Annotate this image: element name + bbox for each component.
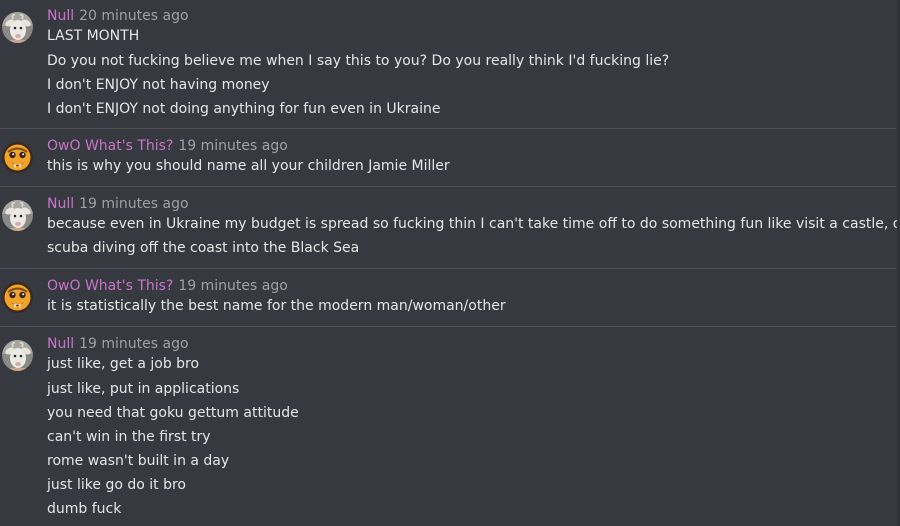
message-line: scuba diving off the coast into the Blac… — [47, 240, 360, 256]
chat-log: Null 20 minutes ago LAST MONTH Do you not… — [0, 0, 900, 526]
message-header: Null 19 minutes ago — [47, 195, 189, 213]
username[interactable]: OwO What's This? — [47, 138, 173, 154]
message-header: Null 19 minutes ago — [47, 335, 189, 353]
username[interactable]: OwO What's This? — [47, 278, 173, 294]
message-line: this is why you should name all your chi… — [47, 158, 450, 174]
message-line: can't win in the first try — [47, 429, 211, 445]
timestamp: 19 minutes ago — [79, 196, 189, 212]
message-divider — [0, 326, 896, 327]
message-line: just like, put in applications — [47, 381, 240, 397]
message-line: Do you not fucking believe me when I say… — [47, 53, 670, 69]
emoji-face-avatar-icon[interactable] — [2, 282, 33, 313]
goat-avatar-icon[interactable] — [2, 200, 33, 231]
message-line: I don't ENJOY not having money — [47, 77, 270, 93]
message-line: just like go do it bro — [47, 477, 186, 493]
message-line: you need that goku gettum attitude — [47, 405, 299, 421]
message-line: it is statistically the best name for th… — [47, 298, 506, 314]
timestamp: 19 minutes ago — [178, 138, 288, 154]
message-line: rome wasn't built in a day — [47, 453, 230, 469]
goat-avatar-icon[interactable] — [2, 12, 33, 43]
emoji-face-avatar-icon[interactable] — [2, 142, 33, 173]
message-header: OwO What's This? 19 minutes ago — [47, 137, 288, 155]
goat-avatar-icon[interactable] — [2, 340, 33, 371]
timestamp: 20 minutes ago — [79, 8, 189, 24]
message-divider — [0, 186, 896, 187]
username[interactable]: Null — [47, 336, 74, 352]
message-header: OwO What's This? 19 minutes ago — [47, 277, 288, 295]
message-divider — [0, 268, 896, 269]
username[interactable]: Null — [47, 8, 74, 24]
timestamp: 19 minutes ago — [79, 336, 189, 352]
message-line: because even in Ukraine my budget is spr… — [47, 216, 900, 232]
message-divider — [0, 128, 896, 129]
message-line: I don't ENJOY not doing anything for fun… — [47, 101, 441, 117]
username[interactable]: Null — [47, 196, 74, 212]
message-line: dumb fuck — [47, 501, 122, 517]
message-header: Null 20 minutes ago — [47, 7, 189, 25]
timestamp: 19 minutes ago — [178, 278, 288, 294]
message-line: LAST MONTH — [47, 28, 140, 44]
message-line: just like, get a job bro — [47, 356, 200, 372]
